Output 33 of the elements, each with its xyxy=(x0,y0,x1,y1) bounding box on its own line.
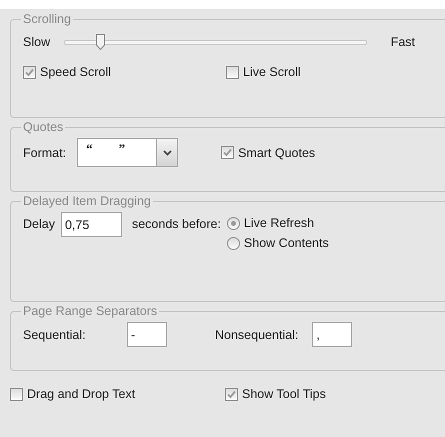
radio-label: Live Refresh xyxy=(244,216,314,230)
group-title: Scrolling xyxy=(22,12,72,26)
open-quote-text: “ xyxy=(86,141,93,157)
input-field[interactable]: 0,75 xyxy=(60,212,122,237)
group-title: Delayed Item Dragging xyxy=(22,194,152,208)
slider-thumb[interactable] xyxy=(96,34,106,50)
field-label: Sequential: xyxy=(23,328,87,342)
input-field[interactable]: , xyxy=(312,322,352,347)
radio-button[interactable] xyxy=(226,236,240,250)
checkbox[interactable] xyxy=(221,146,234,159)
field-label: seconds before: xyxy=(132,217,221,231)
field-label: Delay xyxy=(23,217,55,231)
radio-label: Show Contents xyxy=(244,236,329,250)
checkbox-label: Live Scroll xyxy=(243,65,301,79)
checkbox-label: Drag and Drop Text xyxy=(27,387,136,401)
group-title: Page Range Separators xyxy=(22,304,158,318)
chevron-down-icon xyxy=(162,150,172,156)
checkbox-label: Speed Scroll xyxy=(40,65,111,79)
slider-label: Fast xyxy=(390,35,415,49)
field-label: Format: xyxy=(23,146,66,160)
slider-label: Slow xyxy=(23,35,50,49)
checkbox[interactable] xyxy=(225,388,238,400)
checkbox[interactable] xyxy=(23,66,36,78)
input-field[interactable]: - xyxy=(127,322,167,347)
radio-button[interactable] xyxy=(226,216,240,230)
checkbox-label: Smart Quotes xyxy=(238,146,316,160)
close-quote-text: ” xyxy=(118,141,126,157)
field-label: Nonsequential: xyxy=(215,328,298,342)
format-dropdown[interactable]: “ ” xyxy=(77,138,178,167)
checkbox-label: Show Tool Tips xyxy=(242,387,326,401)
group-title: Quotes xyxy=(22,120,64,134)
checkbox[interactable] xyxy=(226,66,239,78)
checkbox[interactable] xyxy=(10,388,23,400)
